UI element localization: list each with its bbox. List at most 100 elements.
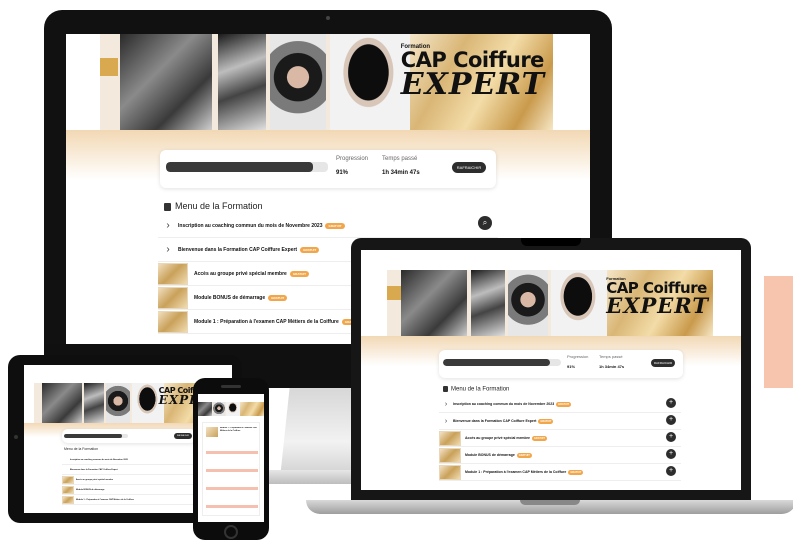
menu-item-title: Module BONUS de démarrage [465,453,515,457]
menu-item-title: Module 1 : Préparation à l'examen CAP Mé… [76,498,134,501]
photo-haircut-3 [213,402,225,416]
module-thumbnail [62,495,74,504]
module-thumbnail [158,310,188,333]
phone-menu-panel: Module 1 : Préparation à l'examen CAP Mé… [202,422,260,516]
free-badge: GRATUIT [556,401,572,407]
book-icon [164,202,171,211]
gold-foil-panel: Formation CAP Coiffure EXPERT [401,34,553,130]
home-button[interactable] [224,525,238,539]
chevron-right-icon: › [444,400,448,408]
menu-item[interactable]: Accès au groupe privé spécial membre GRA… [439,430,681,447]
brand-logo: Formation CAP Coiffure EXPERT [401,44,545,100]
menu-item-title: Inscription au coaching commun du mois d… [70,458,128,461]
progress-bar [443,359,561,366]
free-badge: GRATUIT [531,435,547,441]
free-badge: GRATUIT [568,469,584,475]
expand-plus-icon[interactable]: + [666,466,676,476]
time-label: Temps passé [599,354,623,359]
module-thumbnail [439,464,461,480]
menu-item[interactable]: › Bienvenue dans la Formation CAP Coiffu… [439,413,681,430]
progress-label: Progression [336,156,369,162]
refresh-button[interactable]: RAFRAICHIR [452,162,486,173]
menu-title-text: Menu de la Formation [451,386,510,393]
menu-item[interactable]: › Inscription au coaching commun du mois… [439,396,681,413]
menu-title: Menu de la Formation [443,386,509,393]
menu-item-title: Accès au groupe privé spécial membre [194,270,287,277]
module-thumbnail [439,447,461,463]
menu-item[interactable]: Module 1 : Préparation à l'examen CAP Mé… [439,464,681,481]
menu-item-title: Module BONUS de démarrage [194,294,266,301]
module-thumbnail [158,286,188,309]
free-badge: GRATUIT [300,246,320,253]
progress-card: RAFRAICHIR [62,429,196,443]
menu-list: › Inscription au coaching commun du mois… [439,396,681,486]
expand-plus-icon[interactable]: + [666,449,676,459]
expand-plus-icon[interactable]: + [666,415,676,425]
menu-item[interactable]: Module BONUS de démarrage GRATUIT [439,447,681,464]
time-label: Temps passé [382,156,418,162]
gold-square [387,286,401,300]
chevron-right-icon: › [166,244,170,255]
menu-item[interactable]: Module 1 : Préparation à l'examen CAP Mé… [62,495,196,505]
tablet-camera [14,435,18,439]
progress-card: Progression 91% Temps passé 1h 34min 47s… [439,350,683,378]
phone-speaker [221,385,241,388]
menu-item[interactable]: Bienvenue dans la Formation CAP Coiffure… [62,465,196,475]
hero-banner: Formation CAP Coiffure EXPERT [100,34,553,130]
menu-title-text: Menu de la Formation [64,447,99,451]
refresh-button[interactable]: RAFRAICHIR [174,433,192,439]
module-thumbnail [62,475,74,484]
chevron-right-icon: › [444,417,448,425]
progress-fill [443,359,551,366]
photo-haircut-4 [551,270,607,336]
laptop-lip [520,500,580,505]
pink-highlight [206,505,258,508]
photo-haircut-1 [401,270,467,336]
menu-item-title: Module BONUS de démarrage [76,488,105,491]
photo-haircut-4 [330,34,410,130]
menu-item-title: Module 1 : Préparation à l'examen CAP Mé… [465,470,567,474]
menu-item-title: Bienvenue dans la Formation CAP Coiffure… [70,468,118,471]
phone: Module 1 : Préparation à l'examen CAP Mé… [193,378,269,540]
time-value: 1h 34min 47s [382,170,420,176]
progress-fill [64,434,123,438]
phone-screen: Module 1 : Préparation à l'examen CAP Mé… [198,394,264,522]
free-badge: GRATUIT [516,452,532,458]
chevron-right-icon: › [166,220,170,231]
photo-haircut-2 [471,270,505,336]
menu-item-title[interactable]: Module 1 : Préparation à l'examen CAP Mé… [220,427,258,439]
laptop: Formation CAP Coiffure EXPERT Progressio… [351,238,751,502]
free-badge: GRATUIT [268,294,288,301]
pink-highlight [206,487,258,490]
camera-dot [326,16,330,20]
hero-banner [198,402,264,416]
module-thumbnail [158,262,188,285]
menu-list: Inscription au coaching commun du mois d… [62,455,196,511]
photo-haircut-3 [270,34,326,130]
progress-fill [166,162,314,172]
refresh-button[interactable]: RAFRAICHIR [651,359,675,367]
expand-plus-icon[interactable]: + [666,432,676,442]
photo-haircut-1 [198,402,212,416]
laptop-screen: Formation CAP Coiffure EXPERT Progressio… [361,250,741,490]
gold-foil-panel [240,402,264,416]
menu-title-text: Menu de la Formation [175,201,263,211]
menu-item-title: Inscription au coaching commun du mois d… [178,222,323,229]
menu-item[interactable]: Module BONUS de démarrage [62,485,196,495]
menu-item-title: Bienvenue dans la Formation CAP Coiffure… [453,419,537,423]
photo-haircut-3 [106,383,130,423]
menu-item-title: Accès au groupe privé spécial membre [76,478,114,481]
menu-item[interactable]: › Inscription au coaching commun du mois… [158,214,498,238]
menu-item[interactable]: Inscription au coaching commun du mois d… [62,455,196,465]
menu-item-title: Bienvenue dans la Formation CAP Coiffure… [178,246,298,253]
menu-title: Menu de la Formation [164,201,263,211]
pink-highlight [206,451,258,454]
laptop-notch [521,238,581,246]
progress-bar [64,434,128,438]
photo-haircut-1 [120,34,212,130]
menu-item-title: Accès au groupe privé spécial membre [465,436,530,440]
expand-plus-icon[interactable]: + [666,398,676,408]
menu-item[interactable]: Accès au groupe privé spécial membre [62,475,196,485]
photo-haircut-2 [218,34,266,130]
search-icon[interactable]: ⌕ [478,216,492,230]
